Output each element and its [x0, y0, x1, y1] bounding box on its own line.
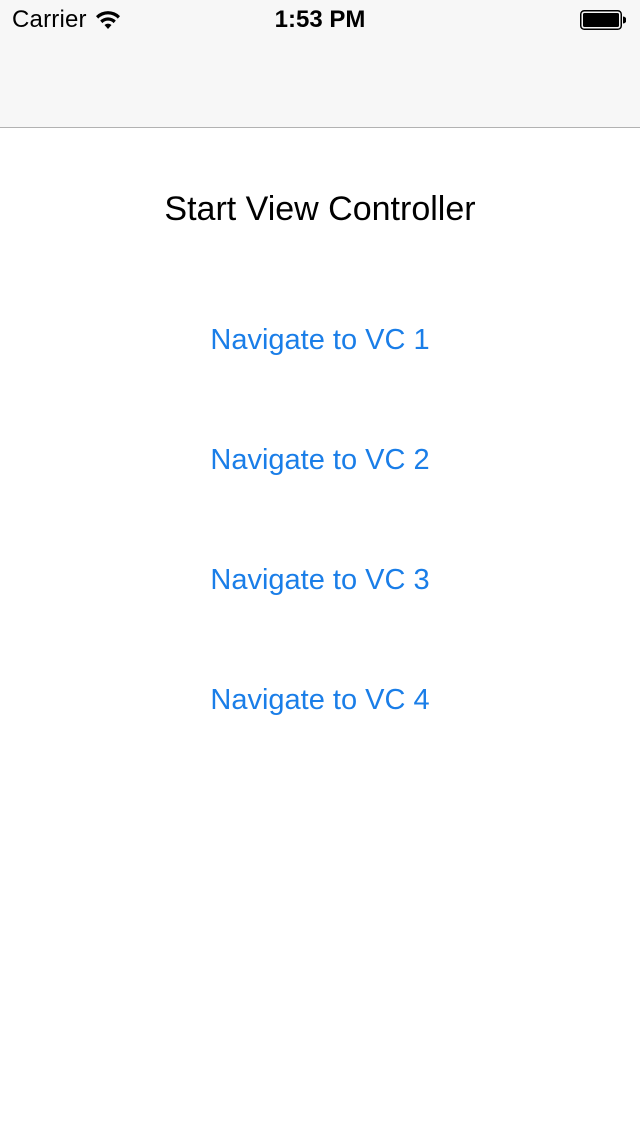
navigate-vc3-button[interactable]: Navigate to VC 3 [170, 550, 470, 610]
battery-full-icon [580, 10, 626, 30]
status-time: 1:53 PM [274, 6, 366, 33]
status-bar: Carrier 1:53 PM [0, 0, 640, 40]
navigate-vc1-button[interactable]: Navigate to VC 1 [170, 310, 470, 370]
navigation-bar: Carrier 1:53 PM [0, 0, 640, 128]
navigate-vc4-button[interactable]: Navigate to VC 4 [170, 670, 470, 730]
navigate-vc2-button[interactable]: Navigate to VC 2 [170, 430, 470, 490]
page-title: Start View Controller [164, 190, 476, 228]
